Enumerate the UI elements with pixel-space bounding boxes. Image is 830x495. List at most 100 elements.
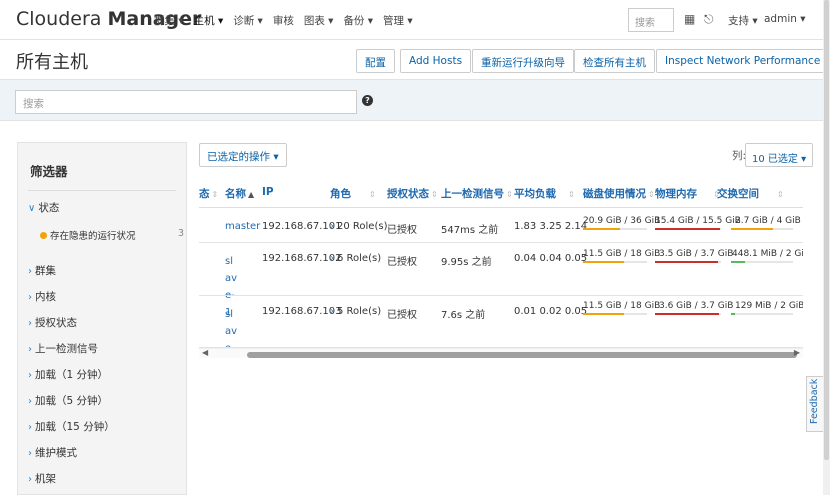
parcel-icon[interactable]: ▦ <box>684 12 695 26</box>
filter-state[interactable]: ∨ 状态 <box>28 200 59 215</box>
host-roles[interactable]: › 5 Role(s) <box>330 306 381 317</box>
col-header-ip[interactable]: IP <box>262 186 274 198</box>
host-heartbeat: 7.6s 之前 <box>441 310 486 321</box>
menu-diagnostics[interactable]: 诊断 ▾ <box>233 13 263 28</box>
memory-usage-bar <box>655 261 721 263</box>
filter-last-heartbeat[interactable]: › 上一检测信号 <box>28 341 98 356</box>
scroll-right-icon[interactable]: ▶ <box>794 348 800 357</box>
chevron-right-icon: › <box>28 396 32 407</box>
swap-usage-fill <box>731 313 735 315</box>
page-vertical-scrollbar[interactable] <box>823 0 830 495</box>
swap-usage-fill <box>731 228 773 230</box>
filter-cores[interactable]: › 内核 <box>28 289 56 304</box>
chevron-right-icon: › <box>28 266 32 277</box>
menu-clusters[interactable]: 群集 ▾ <box>154 13 184 28</box>
chevron-down-icon: ∨ <box>28 203 36 214</box>
search-bar: 搜索 ? <box>0 79 830 121</box>
host-license: 已授权 <box>387 310 417 321</box>
memory-usage-label: 15.4 GiB / 15.5 GiB <box>655 216 741 226</box>
inspect-network-performance-button[interactable]: Inspect Network Performance <box>656 49 830 73</box>
host-license: 已授权 <box>387 225 417 236</box>
divider <box>199 242 803 243</box>
main-menu: 群集 ▾ 主机 ▾ 诊断 ▾ 审核 图表 ▾ 备份 ▾ 管理 ▾ <box>154 13 413 28</box>
menu-backup[interactable]: 备份 ▾ <box>343 13 373 28</box>
col-header-swap[interactable]: 交换空间 ⇕ <box>717 186 784 201</box>
col-header-license[interactable]: 授权状态 ⇕ <box>387 186 438 201</box>
col-header-name[interactable]: 名称 ▲ <box>225 186 254 201</box>
running-commands-icon[interactable]: ⎋ <box>704 12 714 27</box>
memory-usage-fill <box>655 261 718 263</box>
host-search-input[interactable]: 搜索 <box>15 90 357 114</box>
host-heartbeat: 547ms 之前 <box>441 225 499 236</box>
filter-load-5min[interactable]: › 加载（5 分钟） <box>28 393 108 408</box>
configuration-button[interactable]: 配置 <box>356 49 395 73</box>
swap-usage-label: 448.1 MiB / 2 GiB <box>732 249 803 259</box>
col-header-memory[interactable]: 物理内存 ⇕ <box>655 186 720 201</box>
memory-usage-fill <box>655 313 720 315</box>
host-name-link[interactable]: master <box>225 221 260 232</box>
memory-usage-label: 3.6 GiB / 3.7 GiB <box>659 301 734 311</box>
hosts-table: 态 ⇕ 名称 ▲ IP 角色 ⇕ 授权状态 ⇕ 上一检测信号 ⇕ 平均负载 ⇕ 磁盘使用情况… <box>199 181 803 356</box>
swap-usage-fill <box>731 261 745 263</box>
host-load: 0.04 0.04 0.05 <box>514 253 588 264</box>
filters-title: 筛选器 <box>30 164 68 179</box>
chevron-right-icon: › <box>28 292 32 303</box>
chevron-right-icon: › <box>28 344 32 355</box>
host-roles[interactable]: › 6 Role(s) <box>330 253 381 264</box>
columns-label: 列: <box>732 150 747 162</box>
rerun-upgrade-wizard-button[interactable]: 重新运行升级向导 <box>472 49 574 73</box>
table-horizontal-scrollbar[interactable]: ◀ ▶ <box>199 348 803 358</box>
disk-usage-bar <box>583 261 647 263</box>
page-header: 所有主机 配置 Add Hosts 重新运行升级向导 检查所有主机 Inspec… <box>0 41 830 79</box>
swap-usage-bar <box>731 261 793 263</box>
disk-usage-fill <box>583 228 621 230</box>
col-header-heartbeat[interactable]: 上一检测信号 ⇕ <box>441 186 513 201</box>
filter-rack[interactable]: › 机架 <box>28 471 56 486</box>
host-load: 1.83 3.25 2.14 <box>514 221 588 232</box>
chevron-right-icon: › <box>28 448 32 459</box>
scrollbar-thumb[interactable] <box>824 0 829 460</box>
page-title: 所有主机 <box>16 52 88 73</box>
filter-count: 3 <box>178 228 185 239</box>
add-hosts-button[interactable]: Add Hosts <box>400 49 472 73</box>
disk-usage-label: 20.9 GiB / 36 GiB <box>583 216 661 226</box>
menu-charts[interactable]: 图表 ▾ <box>304 13 334 28</box>
filter-load-15min[interactable]: › 加载（15 分钟） <box>28 419 115 434</box>
disk-usage-label: 11.5 GiB / 18 GiB <box>583 301 661 311</box>
host-roles[interactable]: › 20 Role(s) <box>330 221 387 232</box>
support-menu[interactable]: 支持 ▾ <box>728 13 758 28</box>
menu-hosts[interactable]: 主机 ▾ <box>194 13 224 28</box>
nav-search-input[interactable]: 搜索 <box>628 8 674 32</box>
memory-usage-label: 3.5 GiB / 3.7 GiB <box>659 249 734 259</box>
filter-license-status[interactable]: › 授权状态 <box>28 315 77 330</box>
host-license: 已授权 <box>387 257 417 268</box>
top-navbar: Cloudera Manager 群集 ▾ 主机 ▾ 诊断 ▾ 审核 图表 ▾ … <box>0 0 830 40</box>
chevron-right-icon: › <box>28 422 32 433</box>
scroll-left-icon[interactable]: ◀ <box>202 348 208 357</box>
swap-usage-bar <box>731 313 793 315</box>
user-menu[interactable]: admin ▾ <box>764 13 806 25</box>
divider <box>28 190 176 191</box>
filter-load-1min[interactable]: › 加载（1 分钟） <box>28 367 108 382</box>
memory-usage-fill <box>655 228 721 230</box>
filter-cluster[interactable]: › 群集 <box>28 263 56 278</box>
selected-actions-button[interactable]: 已选定的操作 ▾ <box>199 143 287 167</box>
menu-audits[interactable]: 审核 <box>273 13 294 28</box>
chevron-right-icon: › <box>330 306 334 317</box>
scrollbar-thumb[interactable] <box>247 352 797 358</box>
col-header-status[interactable]: 态 ⇕ <box>199 186 218 201</box>
col-header-roles[interactable]: 角色 ⇕ <box>330 186 376 201</box>
col-header-load[interactable]: 平均负载 ⇕ <box>514 186 575 201</box>
divider <box>199 207 803 208</box>
filter-maintenance-mode[interactable]: › 维护模式 <box>28 445 77 460</box>
swap-usage-label: 129 MiB / 2 GiB <box>735 301 803 311</box>
help-icon[interactable]: ? <box>362 95 373 106</box>
swap-usage-label: 2.7 GiB / 4 GiB <box>735 216 801 226</box>
col-header-disk[interactable]: 磁盘使用情况 ⇕ <box>583 186 655 201</box>
inspect-all-hosts-button[interactable]: 检查所有主机 <box>574 49 655 73</box>
disk-usage-fill <box>583 313 624 315</box>
filter-state-concerning-health[interactable]: 存在隐患的运行状况 <box>40 228 136 242</box>
chevron-right-icon: › <box>330 221 334 232</box>
menu-admin[interactable]: 管理 ▾ <box>383 13 413 28</box>
columns-select-button[interactable]: 10 已选定 ▾ <box>745 143 814 167</box>
